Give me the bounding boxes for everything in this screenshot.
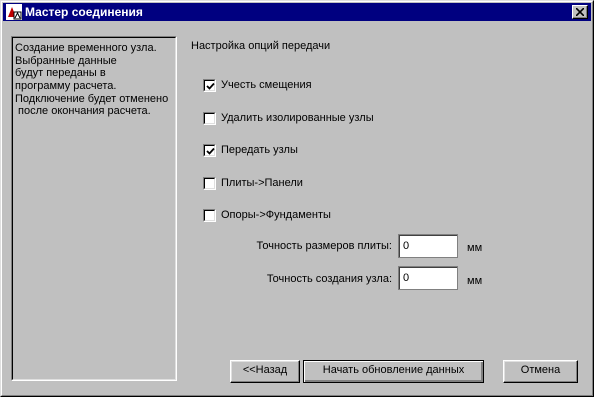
connection-wizard-window: Мастер соединения Создание временного уз…	[0, 0, 594, 397]
checkbox[interactable]	[203, 79, 216, 92]
checkmark-icon	[206, 147, 215, 155]
cancel-button[interactable]: Отмена	[503, 360, 578, 383]
info-line: Создание временного узла.	[15, 42, 157, 54]
option-label: Плиты->Панели	[221, 177, 303, 189]
checkbox[interactable]	[203, 144, 216, 157]
option-label: Передать узлы	[221, 144, 298, 156]
info-panel: Создание временного узла. Выбранные данн…	[11, 36, 177, 381]
node-precision-label: Точность создания узла:	[266, 273, 392, 285]
checkbox[interactable]	[203, 112, 216, 125]
start-update-button[interactable]: Начать обновление данных	[303, 360, 484, 383]
checkbox[interactable]	[203, 209, 216, 222]
window-title: Мастер соединения	[25, 5, 143, 19]
plate-precision-unit: мм	[467, 242, 483, 254]
info-line: программу расчета.	[15, 80, 117, 92]
option-label: Удалить изолированные узлы	[221, 112, 374, 124]
checkmark-icon	[206, 82, 215, 90]
plate-precision-input[interactable]: 0	[398, 234, 458, 258]
close-button[interactable]	[572, 5, 588, 19]
close-icon	[576, 8, 584, 16]
title-bar[interactable]: Мастер соединения	[3, 3, 591, 21]
info-line: Подключение будет отменено	[15, 93, 169, 105]
node-precision-input[interactable]: 0	[398, 266, 458, 290]
option-label: Опоры->Фундаменты	[221, 209, 331, 221]
plate-precision-label: Точность размеров плиты:	[256, 240, 392, 252]
checkbox[interactable]	[203, 177, 216, 190]
node-precision-unit: мм	[467, 275, 483, 287]
info-line: после окончания расчета.	[15, 105, 151, 117]
app-logo-icon	[6, 4, 22, 20]
option-label: Учесть смещения	[221, 79, 312, 91]
info-line: будут переданы в	[15, 67, 106, 79]
section-title: Настройка опций передачи	[191, 40, 331, 52]
info-line: Выбранные данные	[15, 55, 117, 67]
back-button[interactable]: <<Назад	[230, 360, 300, 383]
